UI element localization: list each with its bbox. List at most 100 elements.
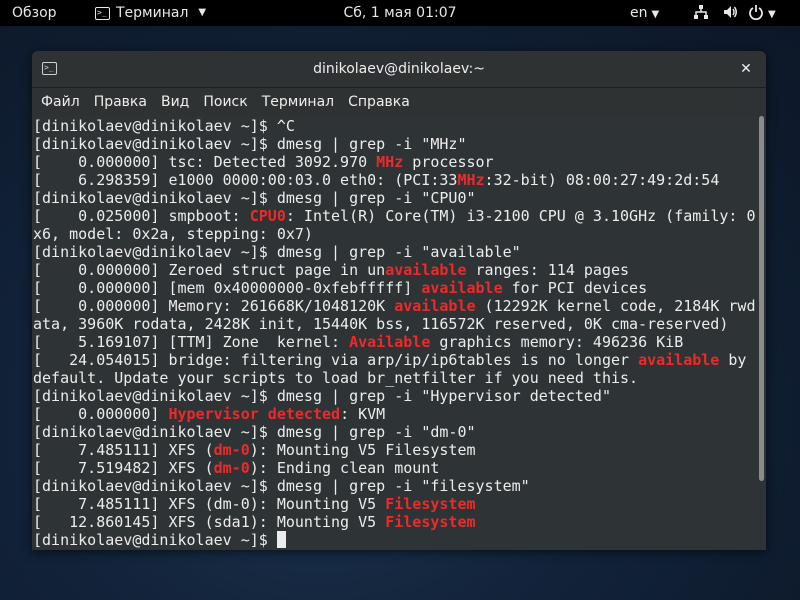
power-icon (749, 4, 763, 20)
terminal-text: [dinikolaev@dinikolaev ~]$ ^C [dinikolaev… (33, 117, 755, 549)
terminal-segment: [ 0.025000] smpboot: (33, 207, 250, 225)
match-highlight: Available (349, 333, 431, 351)
terminal-line: [ 0.000000] tsc: Detected 3092.970 MHz p… (33, 153, 755, 171)
terminal-segment: by (719, 351, 747, 369)
terminal-segment: [dinikolaev@dinikolaev ~]$ dmesg | grep … (33, 423, 476, 441)
menu-view[interactable]: Вид (154, 88, 196, 116)
chevron-down-icon: ▼ (198, 7, 207, 18)
top-bar: Обзор >_ Терминал ▼ Сб, 1 мая 01:07 en ▼ … (0, 0, 800, 26)
terminal-line: [dinikolaev@dinikolaev ~]$ dmesg | grep … (33, 387, 755, 405)
terminal-line: [dinikolaev@dinikolaev ~]$ dmesg | grep … (33, 243, 755, 261)
terminal-segment: [dinikolaev@dinikolaev ~]$ ^C (33, 117, 295, 135)
match-highlight: Filesystem (385, 495, 476, 513)
chevron-down-icon: ▼ (768, 9, 776, 20)
match-highlight: available (638, 351, 720, 369)
match-highlight: Filesystem (385, 513, 476, 531)
terminal-segment: ): Ending clean mount (249, 459, 440, 477)
terminal-line: [ 5.169107] [TTM] Zone kernel: Available… (33, 333, 755, 351)
terminal-segment: [ 0.000000] tsc: Detected 3092.970 (33, 153, 377, 171)
language-label: en (630, 5, 648, 21)
scrollbar[interactable] (759, 116, 764, 481)
terminal-line: [dinikolaev@dinikolaev ~]$ dmesg | grep … (33, 423, 755, 441)
network-icon[interactable] (693, 0, 709, 26)
terminal-segment: : Intel(R) Core(TM) i3-2100 CPU @ 3.10GH… (285, 207, 756, 225)
language-indicator[interactable]: en ▼ (630, 0, 659, 26)
terminal-line: ata, 3960K rodata, 2428K init, 15440K bs… (33, 315, 755, 333)
terminal-segment: graphics memory: 496236 KiB (430, 333, 684, 351)
terminal-segment: ranges: 114 pages (466, 261, 630, 279)
terminal-segment: for PCI devices (502, 279, 648, 297)
terminal-segment: [ 0.000000] Memory: 261668K/1048120K (33, 297, 395, 315)
terminal-segment: [ 6.298359] e1000 0000:00:03.0 eth0: (PC… (33, 171, 458, 189)
terminal-icon: >_ (95, 6, 110, 20)
match-highlight: available (385, 261, 467, 279)
match-highlight: available (421, 279, 503, 297)
menu-terminal[interactable]: Терминал (255, 88, 341, 116)
app-menu-button[interactable]: >_ Терминал ▼ (95, 0, 206, 26)
terminal-segment: [ 0.000000] (33, 405, 169, 423)
terminal-segment: (12292K kernel code, 2184K rwd (475, 297, 756, 315)
terminal-segment: [dinikolaev@dinikolaev ~]$ dmesg | grep … (33, 477, 530, 495)
terminal-line: [ 0.025000] smpboot: CPU0: Intel(R) Core… (33, 207, 755, 225)
terminal-segment: default. Update your scripts to load br_… (33, 369, 639, 387)
title-bar[interactable]: >_ dinikolaev@dinikolaev:~ ✕ (32, 51, 766, 88)
terminal-segment: [ 7.485111] XFS ( (33, 441, 214, 459)
terminal-line: default. Update your scripts to load br_… (33, 369, 755, 387)
match-highlight: MHz (457, 171, 485, 189)
terminal-line: [dinikolaev@dinikolaev ~]$ (33, 531, 755, 549)
match-highlight: dm-0 (213, 459, 250, 477)
terminal-segment: [dinikolaev@dinikolaev ~]$ dmesg | grep … (33, 135, 467, 153)
terminal-segment: [dinikolaev@dinikolaev ~]$ dmesg | grep … (33, 189, 476, 207)
terminal-segment: processor (403, 153, 494, 171)
match-highlight: dm-0 (213, 441, 250, 459)
terminal-line: [ 7.519482] XFS (dm-0): Ending clean mou… (33, 459, 755, 477)
terminal-segment: :32-bit) 08:00:27:49:2d:54 (484, 171, 720, 189)
menu-search[interactable]: Поиск (196, 88, 254, 116)
match-highlight: MHz (376, 153, 404, 171)
power-menu[interactable]: ▼ (748, 0, 776, 26)
window-title: dinikolaev@dinikolaev:~ (313, 61, 485, 77)
terminal-line: [ 7.485111] XFS (dm-0): Mounting V5 File… (33, 495, 755, 513)
terminal-segment: [ 24.054015] bridge: filtering via arp/i… (33, 351, 639, 369)
terminal-line: [dinikolaev@dinikolaev ~]$ dmesg | grep … (33, 189, 755, 207)
terminal-segment: x6, model: 0x2a, stepping: 0x7) (33, 225, 313, 243)
terminal-line: [dinikolaev@dinikolaev ~]$ ^C (33, 117, 755, 135)
terminal-line: [ 7.485111] XFS (dm-0): Mounting V5 File… (33, 441, 755, 459)
activities-button[interactable]: Обзор (12, 0, 57, 26)
app-menu-label: Терминал (116, 5, 189, 21)
terminal-line: [dinikolaev@dinikolaev ~]$ dmesg | grep … (33, 477, 755, 495)
terminal-output[interactable]: [dinikolaev@dinikolaev ~]$ ^C [dinikolaev… (32, 116, 766, 550)
terminal-window: >_ dinikolaev@dinikolaev:~ ✕ Файл Правка… (32, 51, 766, 550)
terminal-segment: [ 7.519482] XFS ( (33, 459, 214, 477)
terminal-segment: [dinikolaev@dinikolaev ~]$ dmesg | grep … (33, 387, 611, 405)
menu-file[interactable]: Файл (34, 88, 87, 116)
menu-help[interactable]: Справка (341, 88, 417, 116)
match-highlight: Hypervisor detected (168, 405, 341, 423)
menu-edit[interactable]: Правка (87, 88, 154, 116)
terminal-line: [dinikolaev@dinikolaev ~]$ dmesg | grep … (33, 135, 755, 153)
terminal-segment: ata, 3960K rodata, 2428K init, 15440K bs… (33, 315, 729, 333)
close-icon: ✕ (740, 61, 752, 77)
terminal-line: x6, model: 0x2a, stepping: 0x7) (33, 225, 755, 243)
terminal-segment: [ 5.169107] [TTM] Zone kernel: (33, 333, 350, 351)
terminal-line: [ 12.860145] XFS (sda1): Mounting V5 Fil… (33, 513, 755, 531)
terminal-line: [ 0.000000] [mem 0x40000000-0xfebfffff] … (33, 279, 755, 297)
terminal-segment: [ 0.000000] Zeroed struct page in un (33, 261, 386, 279)
clock[interactable]: Сб, 1 мая 01:07 (343, 5, 456, 21)
terminal-segment: [ 7.485111] XFS (dm-0): Mounting V5 (33, 495, 386, 513)
terminal-line: [ 0.000000] Hypervisor detected: KVM (33, 405, 755, 423)
terminal-line: [ 6.298359] e1000 0000:00:03.0 eth0: (PC… (33, 171, 755, 189)
match-highlight: available (394, 297, 476, 315)
terminal-line: [ 0.000000] Memory: 261668K/1048120K ava… (33, 297, 755, 315)
terminal-segment: : KVM (340, 405, 386, 423)
chevron-down-icon: ▼ (651, 9, 660, 20)
terminal-line: [ 24.054015] bridge: filtering via arp/i… (33, 351, 755, 369)
terminal-segment: [dinikolaev@dinikolaev ~]$ (33, 531, 277, 549)
menu-bar: Файл Правка Вид Поиск Терминал Справка (32, 88, 766, 116)
close-button[interactable]: ✕ (736, 59, 756, 79)
match-highlight: CPU0 (249, 207, 286, 225)
terminal-segment: ): Mounting V5 Filesystem (249, 441, 476, 459)
terminal-line: [ 0.000000] Zeroed struct page in unavai… (33, 261, 755, 279)
terminal-segment: [ 0.000000] [mem 0x40000000-0xfebfffff] (33, 279, 422, 297)
volume-icon[interactable] (722, 0, 738, 26)
